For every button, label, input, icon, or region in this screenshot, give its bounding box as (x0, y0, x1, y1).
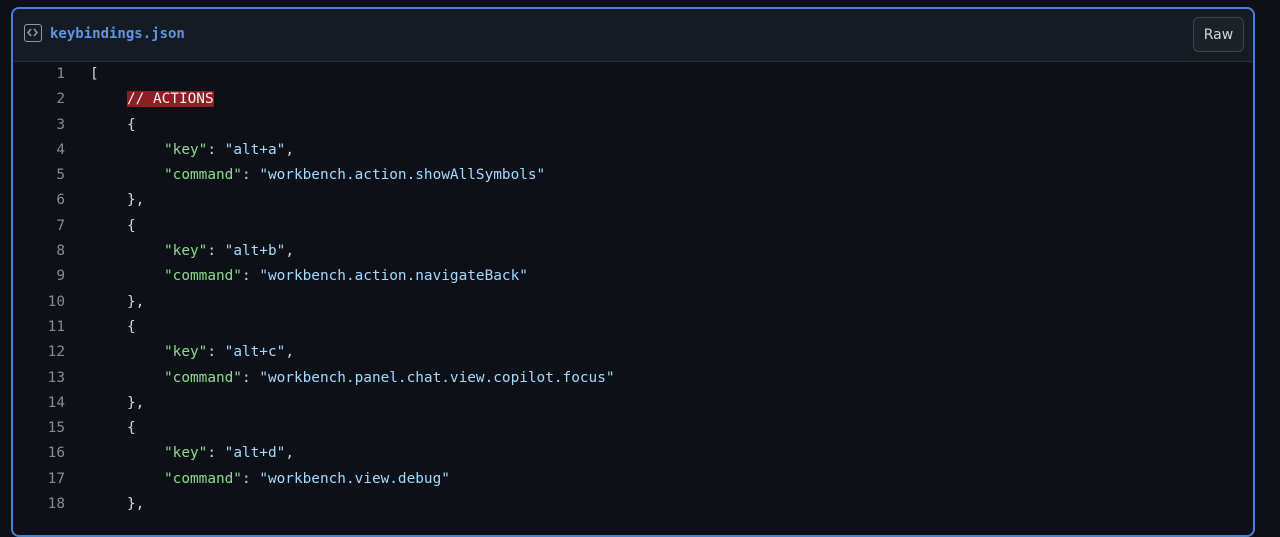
code-line: 6}, (13, 188, 1253, 213)
code-text: "key": "alt+a", (164, 138, 294, 163)
json-punctuation: , (285, 243, 294, 260)
line-number[interactable]: 10 (13, 290, 65, 315)
line-number[interactable]: 6 (13, 188, 65, 213)
json-string-value: "alt+a" (224, 141, 286, 158)
json-key: "command" (164, 268, 242, 285)
file-viewer: keybindings.json Raw 1[2// ACTIONS 3{4 "ke… (11, 7, 1255, 537)
code-line: 17 "command": "workbench.view.debug" (13, 467, 1253, 492)
code-file-icon (24, 24, 42, 42)
line-number[interactable]: 4 (13, 138, 65, 163)
code-line: 2 // ACTIONS (13, 87, 1253, 112)
code-line: 16 "key": "alt+d", (13, 441, 1253, 466)
code-line: 11 { (13, 315, 1253, 340)
file-header: keybindings.json Raw (13, 9, 1253, 62)
json-separator: : (207, 243, 225, 260)
json-separator: : (207, 445, 225, 462)
raw-button[interactable]: Raw (1193, 17, 1244, 52)
code-text: }, (127, 293, 145, 310)
json-punctuation: , (285, 141, 294, 158)
code-line: 7{ (13, 214, 1253, 239)
line-number[interactable]: 9 (13, 264, 65, 289)
json-key: "key" (164, 445, 208, 462)
json-separator: : (207, 141, 225, 158)
line-number[interactable]: 13 (13, 366, 65, 391)
invalid-comment-highlight: // ACTIONS (127, 91, 214, 108)
json-separator: : (241, 268, 260, 285)
file-name-link[interactable]: keybindings.json (50, 24, 185, 44)
code-text: { (127, 116, 136, 133)
code-text: }, (127, 394, 145, 411)
code-line: 14}, (13, 391, 1253, 416)
line-number[interactable]: 7 (13, 214, 65, 239)
json-string-value: "alt+c" (224, 344, 286, 361)
json-separator: : (241, 167, 260, 184)
json-string-value: "alt+b" (224, 243, 286, 260)
code-line: 4 "key": "alt+a", (13, 138, 1253, 163)
code-text: // ACTIONS (127, 87, 214, 112)
json-punctuation: , (285, 445, 294, 462)
line-number[interactable]: 11 (13, 315, 65, 340)
code-text: { (127, 318, 136, 335)
json-key: "command" (164, 167, 242, 184)
json-key: "command" (164, 369, 242, 386)
json-string-value: "workbench.view.debug" (259, 470, 450, 487)
code-line: 13 "command": "workbench.panel.chat.view.… (13, 366, 1253, 391)
line-number[interactable]: 5 (13, 163, 65, 188)
json-key: "key" (164, 243, 208, 260)
json-separator: : (241, 470, 260, 487)
code-text: "key": "alt+c", (164, 340, 294, 365)
line-number[interactable]: 8 (13, 239, 65, 264)
json-separator: : (207, 344, 225, 361)
code-text: "command": "workbench.panel.chat.view.co… (164, 366, 615, 391)
json-key: "key" (164, 141, 208, 158)
line-number[interactable]: 2 (13, 87, 65, 112)
code-text: [ (90, 66, 99, 82)
line-number[interactable]: 16 (13, 441, 65, 466)
code-view: 1[2// ACTIONS 3{4 "key": "alt+a", 5 "command… (13, 62, 1253, 517)
code-line: 9 "command": "workbench.action.navigateBa… (13, 264, 1253, 289)
code-line: 5 "command": "workbench.action.showAllSym… (13, 163, 1253, 188)
line-number[interactable]: 15 (13, 416, 65, 441)
line-number[interactable]: 17 (13, 467, 65, 492)
json-key: "key" (164, 344, 208, 361)
line-number[interactable]: 12 (13, 340, 65, 365)
code-text: }, (127, 192, 145, 209)
code-text: "key": "alt+b", (164, 239, 294, 264)
json-key: "command" (164, 470, 242, 487)
json-string-value: "workbench.panel.chat.view.copilot.focus… (259, 369, 615, 386)
json-punctuation: , (285, 344, 294, 361)
code-line: 10}, (13, 290, 1253, 315)
line-number[interactable]: 3 (13, 113, 65, 138)
code-text: "command": "workbench.action.navigateBac… (164, 264, 528, 289)
json-string-value: "workbench.action.navigateBack" (259, 268, 528, 285)
code-line: 1[ (13, 62, 1253, 87)
json-string-value: "alt+d" (224, 445, 286, 462)
code-text: "key": "alt+d", (164, 441, 294, 466)
code-text: "command": "workbench.action.showAllSymb… (164, 163, 545, 188)
code-line: 3{ (13, 113, 1253, 138)
code-line: 12 "key": "alt+c", (13, 340, 1253, 365)
code-text: { (127, 217, 136, 234)
code-line: 18}, (13, 492, 1253, 517)
code-text: { (127, 420, 136, 437)
line-number[interactable]: 14 (13, 391, 65, 416)
code-text: "command": "workbench.view.debug" (164, 467, 450, 492)
code-line: 8 "key": "alt+b", (13, 239, 1253, 264)
json-separator: : (241, 369, 260, 386)
line-number[interactable]: 1 (13, 62, 65, 87)
json-string-value: "workbench.action.showAllSymbols" (259, 167, 546, 184)
line-number[interactable]: 18 (13, 492, 65, 517)
code-line: 15 { (13, 416, 1253, 441)
code-text: }, (127, 496, 145, 513)
